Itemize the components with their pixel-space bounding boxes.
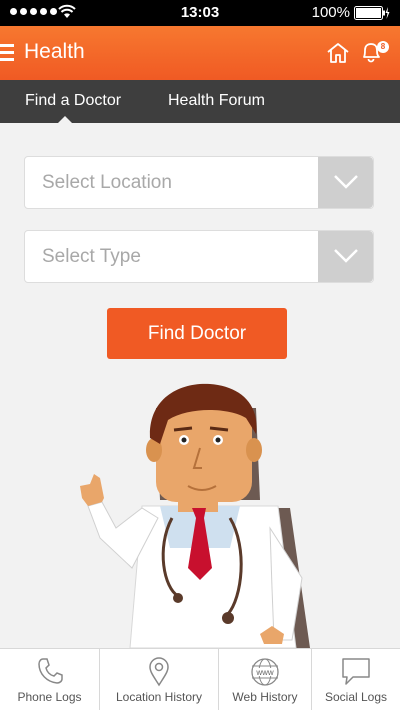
app-header: Health 8 <box>0 26 400 80</box>
speech-bubble-icon <box>342 658 370 685</box>
active-tab-indicator <box>58 116 72 123</box>
nav-location-history[interactable]: Location History <box>100 649 219 710</box>
svg-text:www: www <box>255 668 274 677</box>
doctor-illustration <box>80 383 310 648</box>
chevron-down-icon <box>334 249 358 263</box>
nav-label: Phone Logs <box>17 690 82 704</box>
find-doctor-button[interactable]: Find Doctor <box>107 308 287 359</box>
bottom-nav: Phone Logs Location History www Web Hist… <box>0 648 400 710</box>
location-dropdown-button[interactable] <box>318 157 373 208</box>
globe-www-icon: www <box>251 658 279 686</box>
nav-social-logs[interactable]: Social Logs <box>312 649 400 710</box>
location-select[interactable]: Select Location <box>24 156 374 209</box>
location-pin-icon <box>149 657 169 687</box>
tab-health-forum[interactable]: Health Forum <box>168 92 265 110</box>
tab-find-a-doctor[interactable]: Find a Doctor <box>25 92 121 110</box>
battery-icon <box>354 6 390 20</box>
nav-label: Web History <box>232 690 298 704</box>
page-title: Health <box>24 40 85 63</box>
notification-badge: 8 <box>377 41 389 53</box>
hamburger-menu-icon[interactable] <box>0 44 14 61</box>
nav-label: Location History <box>115 690 203 704</box>
nav-phone-logs[interactable]: Phone Logs <box>0 649 100 710</box>
home-icon[interactable] <box>326 42 350 64</box>
type-select[interactable]: Select Type <box>24 230 374 283</box>
type-select-placeholder: Select Type <box>42 246 141 267</box>
location-select-placeholder: Select Location <box>42 172 172 193</box>
phone-icon <box>37 658 63 684</box>
status-bar: 13:03 100% <box>0 0 400 26</box>
chevron-down-icon <box>334 175 358 189</box>
nav-label: Social Logs <box>324 690 388 704</box>
nav-web-history[interactable]: www Web History <box>219 649 312 710</box>
battery-percentage: 100% <box>311 4 350 21</box>
type-dropdown-button[interactable] <box>318 231 373 282</box>
